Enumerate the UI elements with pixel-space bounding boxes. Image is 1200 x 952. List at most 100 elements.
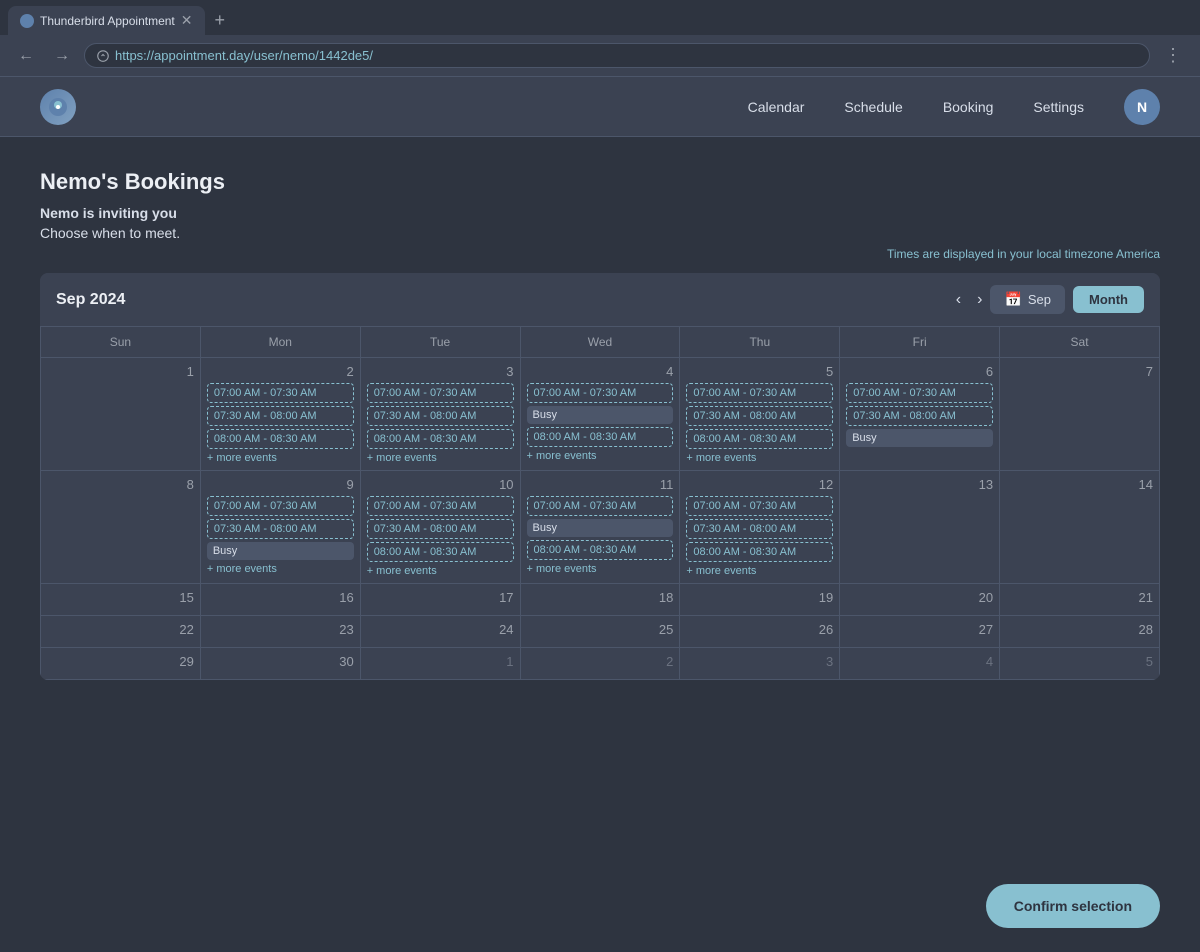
calendar-day-0-4[interactable]: 5 07:00 AM - 07:30 AM 07:30 AM - 08:00 AM 0… — [680, 358, 840, 471]
calendar-day-4-3[interactable]: 2 — [520, 648, 680, 680]
event-slot[interactable]: 07:00 AM - 07:30 AM — [367, 496, 514, 516]
day-number: 5 — [686, 364, 833, 379]
calendar-day-2-4[interactable]: 19 — [680, 584, 840, 616]
nav-booking[interactable]: Booking — [943, 99, 994, 115]
event-slot[interactable]: 08:00 AM - 08:30 AM — [686, 542, 833, 562]
more-events-link[interactable]: + more events — [367, 565, 514, 577]
calendar-day-1-4[interactable]: 12 07:00 AM - 07:30 AM 07:30 AM - 08:00 AM… — [680, 471, 840, 584]
calendar-day-2-6[interactable]: 21 — [1000, 584, 1160, 616]
day-number: 16 — [207, 590, 354, 605]
calendar-day-2-3[interactable]: 18 — [520, 584, 680, 616]
day-number: 22 — [47, 622, 194, 637]
user-avatar[interactable]: N — [1124, 89, 1160, 125]
event-slot[interactable]: 08:00 AM - 08:30 AM — [527, 427, 674, 447]
more-events-link[interactable]: + more events — [527, 450, 674, 462]
event-slot[interactable]: 07:00 AM - 07:30 AM — [686, 383, 833, 403]
new-tab-button[interactable]: + — [209, 10, 232, 31]
calendar-day-0-0[interactable]: 1 — [41, 358, 201, 471]
calendar-day-3-4[interactable]: 26 — [680, 616, 840, 648]
calendar-day-0-5[interactable]: 607:00 AM - 07:30 AM07:30 AM - 08:00 AMB… — [840, 358, 1000, 471]
calendar-day-3-5[interactable]: 27 — [840, 616, 1000, 648]
event-slot[interactable]: 07:30 AM - 08:00 AM — [686, 519, 833, 539]
calendar-day-1-1[interactable]: 907:00 AM - 07:30 AM07:30 AM - 08:00 AMB… — [200, 471, 360, 584]
calendar-day-4-0[interactable]: 29 — [41, 648, 201, 680]
event-slot[interactable]: 07:00 AM - 07:30 AM — [527, 496, 674, 516]
calendar-day-1-5[interactable]: 13 — [840, 471, 1000, 584]
tab-close-button[interactable]: ✕ — [181, 12, 193, 29]
event-slot[interactable]: 07:00 AM - 07:30 AM — [207, 383, 354, 403]
back-button[interactable]: ← — [12, 43, 40, 69]
browser-menu-button[interactable]: ⋮ — [1158, 41, 1188, 70]
next-month-button[interactable]: › — [969, 287, 990, 313]
day-number: 20 — [846, 590, 993, 605]
calendar-day-0-6[interactable]: 7 — [1000, 358, 1160, 471]
calendar-day-4-5[interactable]: 4 — [840, 648, 1000, 680]
event-slot[interactable]: 07:00 AM - 07:30 AM — [367, 383, 514, 403]
calendar-day-0-1[interactable]: 2 07:00 AM - 07:30 AM 07:30 AM - 08:00 AM 0… — [200, 358, 360, 471]
more-events-link[interactable]: + more events — [207, 452, 354, 464]
day-number: 18 — [527, 590, 674, 605]
calendar-day-2-1[interactable]: 16 — [200, 584, 360, 616]
event-slot[interactable]: 08:00 AM - 08:30 AM — [367, 542, 514, 562]
more-events-link[interactable]: + more events — [527, 563, 674, 575]
day-number: 30 — [207, 654, 354, 669]
calendar-day-1-0[interactable]: 8 — [41, 471, 201, 584]
calendar-day-2-0[interactable]: 15 — [41, 584, 201, 616]
calendar-day-1-3[interactable]: 1107:00 AM - 07:30 AMBusy08:00 AM - 08:3… — [520, 471, 680, 584]
more-events-link[interactable]: + more events — [367, 452, 514, 464]
event-slot[interactable]: 07:00 AM - 07:30 AM — [207, 496, 354, 516]
prev-month-button[interactable]: ‹ — [948, 287, 969, 313]
event-slot[interactable]: 07:00 AM - 07:30 AM — [686, 496, 833, 516]
calendar-day-2-2[interactable]: 17 — [360, 584, 520, 616]
event-slot[interactable]: 07:00 AM - 07:30 AM — [846, 383, 993, 403]
event-slot[interactable]: 07:00 AM - 07:30 AM — [527, 383, 674, 403]
sep-button[interactable]: 📅 Sep — [990, 285, 1065, 314]
event-slot[interactable]: 07:30 AM - 08:00 AM — [367, 519, 514, 539]
day-number: 2 — [207, 364, 354, 379]
calendar-day-3-2[interactable]: 24 — [360, 616, 520, 648]
active-tab[interactable]: Thunderbird Appointment ✕ — [8, 6, 205, 35]
event-slot[interactable]: 08:00 AM - 08:30 AM — [527, 540, 674, 560]
more-events-link[interactable]: + more events — [686, 452, 833, 464]
calendar-day-3-3[interactable]: 25 — [520, 616, 680, 648]
event-slot[interactable]: 07:30 AM - 08:00 AM — [367, 406, 514, 426]
calendar-day-4-1[interactable]: 30 — [200, 648, 360, 680]
event-slot[interactable]: 08:00 AM - 08:30 AM — [207, 429, 354, 449]
month-button[interactable]: Month — [1073, 286, 1144, 313]
more-events-link[interactable]: + more events — [207, 563, 354, 575]
calendar-day-4-6[interactable]: 5 — [1000, 648, 1160, 680]
event-slot[interactable]: 08:00 AM - 08:30 AM — [686, 429, 833, 449]
event-slot[interactable]: 07:30 AM - 08:00 AM — [207, 519, 354, 539]
confirm-selection-button[interactable]: Confirm selection — [986, 884, 1160, 928]
calendar-day-1-6[interactable]: 14 — [1000, 471, 1160, 584]
day-number: 1 — [367, 654, 514, 669]
day-number: 12 — [686, 477, 833, 492]
app-nav: Calendar Schedule Booking Settings — [748, 99, 1084, 115]
calendar-day-headers: Sun Mon Tue Wed Thu Fri Sat — [41, 327, 1160, 358]
calendar-day-3-6[interactable]: 28 — [1000, 616, 1160, 648]
calendar-grid: Sun Mon Tue Wed Thu Fri Sat 1207:00 AM -… — [40, 326, 1160, 680]
nav-schedule[interactable]: Schedule — [844, 99, 902, 115]
day-number: 15 — [47, 590, 194, 605]
day-header-thu: Thu — [680, 327, 840, 358]
calendar-title: Sep 2024 — [56, 291, 948, 309]
calendar-day-4-2[interactable]: 1 — [360, 648, 520, 680]
calendar-day-3-0[interactable]: 22 — [41, 616, 201, 648]
event-slot[interactable]: 07:30 AM - 08:00 AM — [686, 406, 833, 426]
calendar-day-0-3[interactable]: 407:00 AM - 07:30 AMBusy08:00 AM - 08:30… — [520, 358, 680, 471]
calendar-day-4-4[interactable]: 3 — [680, 648, 840, 680]
calendar-day-0-2[interactable]: 307:00 AM - 07:30 AM07:30 AM - 08:00 AM0… — [360, 358, 520, 471]
forward-button[interactable]: → — [48, 43, 76, 69]
event-slot[interactable]: 07:30 AM - 08:00 AM — [846, 406, 993, 426]
more-events-link[interactable]: + more events — [686, 565, 833, 577]
calendar-day-3-1[interactable]: 23 — [200, 616, 360, 648]
event-slot[interactable]: 07:30 AM - 08:00 AM — [207, 406, 354, 426]
event-slot[interactable]: 08:00 AM - 08:30 AM — [367, 429, 514, 449]
calendar-day-2-5[interactable]: 20 — [840, 584, 1000, 616]
nav-settings[interactable]: Settings — [1033, 99, 1084, 115]
calendar-day-1-2[interactable]: 1007:00 AM - 07:30 AM07:30 AM - 08:00 AM… — [360, 471, 520, 584]
day-number: 8 — [47, 477, 194, 492]
url-bar[interactable]: https://appointment.day/user/nemo/1442de… — [84, 43, 1150, 68]
day-header-wed: Wed — [520, 327, 680, 358]
nav-calendar[interactable]: Calendar — [748, 99, 805, 115]
